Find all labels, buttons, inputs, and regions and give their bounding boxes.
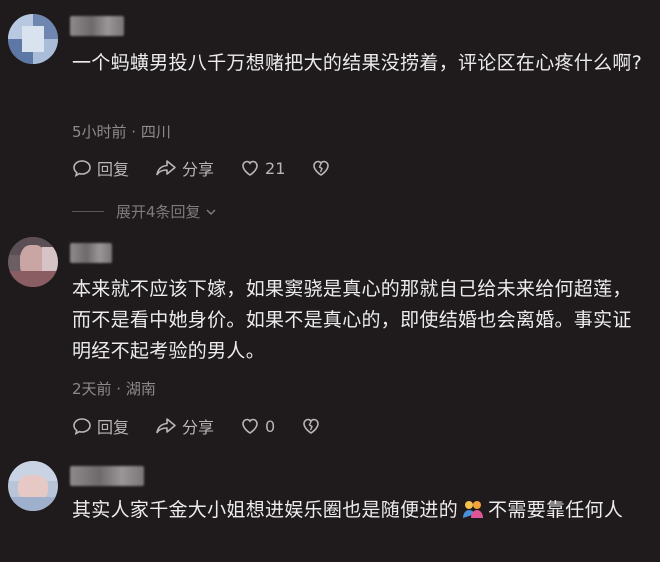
like-button[interactable]: 21 (240, 158, 285, 178)
share-icon (156, 160, 176, 176)
username-blurred[interactable] (70, 16, 124, 36)
like-count: 21 (265, 158, 286, 178)
comment-text: 一个蚂蟥男投八千万想赌把大的结果没捞着，评论区在心疼什么啊? (72, 52, 643, 74)
comment-actions: 回复 分享 21 (72, 156, 362, 180)
share-label: 分享 (182, 160, 215, 179)
share-icon (156, 418, 176, 434)
username-blurred[interactable] (70, 243, 112, 263)
share-button[interactable]: 分享 (155, 156, 214, 180)
people-hugging-emoji-icon (463, 501, 484, 518)
avatar[interactable] (8, 237, 58, 287)
username-blurred[interactable] (70, 466, 144, 486)
like-button[interactable]: 0 (240, 416, 275, 436)
comment-actions: 回复 分享 0 (72, 414, 352, 438)
avatar[interactable] (8, 461, 58, 511)
dislike-button[interactable] (311, 158, 336, 178)
reply-label: 回复 (97, 160, 130, 179)
heart-icon (242, 160, 258, 176)
reply-icon (73, 160, 91, 178)
reply-button[interactable]: 回复 (72, 414, 129, 438)
broken-heart-icon (313, 160, 330, 176)
reply-icon (73, 418, 91, 436)
comment-meta: 2天前 · 湖南 (72, 380, 156, 398)
reply-label: 回复 (97, 418, 130, 437)
divider-line (72, 211, 104, 212)
chevron-down-icon (206, 208, 216, 215)
reply-button[interactable]: 回复 (72, 156, 129, 180)
like-count: 0 (265, 416, 276, 436)
expand-replies-button[interactable]: 展开4条回复 (72, 201, 218, 222)
heart-icon (242, 418, 258, 434)
comment-text: 本来就不应该下嫁，如果窦骁是真心的那就自己给未来给何超莲，而不是看中她身价。如果… (72, 278, 632, 362)
broken-heart-icon (303, 418, 320, 434)
share-button[interactable]: 分享 (155, 414, 214, 438)
comment-text: 其实人家千金大小姐想进娱乐圈也是随便进的 不需要靠任何人 (72, 495, 652, 526)
dislike-button[interactable] (301, 416, 326, 436)
share-label: 分享 (182, 418, 215, 437)
expand-label: 展开4条回复 (116, 203, 201, 221)
avatar[interactable] (8, 14, 58, 64)
comment-text-part-2: 不需要靠任何人 (488, 499, 624, 521)
comment-text-part-1: 其实人家千金大小姐想进娱乐圈也是随便进的 (72, 499, 459, 521)
comment-meta: 5小时前 · 四川 (72, 123, 171, 141)
